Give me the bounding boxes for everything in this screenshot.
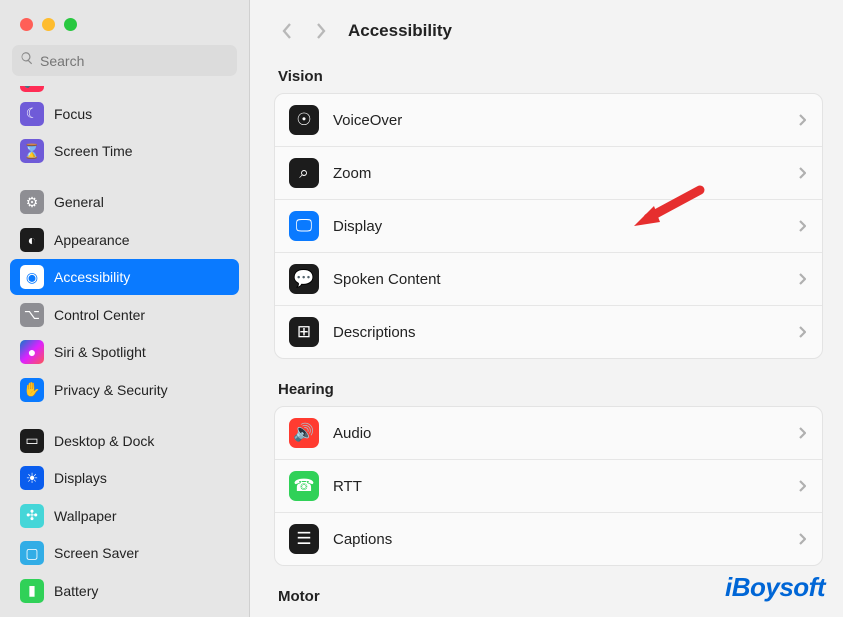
sidebar-item-desktop-dock[interactable]: ▭ Desktop & Dock [10,423,239,459]
dock-icon: ▭ [20,429,44,453]
sidebar-item-accessibility[interactable]: ◉ Accessibility [10,259,239,295]
battery-icon: ▮ [20,579,44,603]
sidebar-item-label: Screen Time [54,143,133,159]
sidebar-item-label: Control Center [54,307,145,323]
row-label: Spoken Content [333,271,798,288]
section-title-hearing: Hearing [278,381,823,398]
sidebar-item-label: Desktop & Dock [54,433,154,449]
chevron-right-icon [798,166,808,180]
row-voiceover[interactable]: ☉ VoiceOver [275,94,822,146]
speech-plus-icon: ⊞ [289,317,319,347]
row-descriptions[interactable]: ⊞ Descriptions [275,305,822,358]
hand-icon: ✋ [20,378,44,402]
annotation-arrow [630,182,710,237]
sidebar-item-displays[interactable]: ☀ Displays [10,460,239,496]
close-window-button[interactable] [20,18,33,31]
row-rtt[interactable]: ☎ RTT [275,459,822,512]
sidebar-item-appearance[interactable]: ◐ Appearance [10,222,239,258]
chevron-right-icon [798,113,808,127]
gear-icon: ⚙ [20,190,44,214]
row-spoken-content[interactable]: 💬 Spoken Content [275,252,822,305]
fullscreen-window-button[interactable] [64,18,77,31]
moon-icon: ☾ [20,102,44,126]
nav-forward-button[interactable] [308,16,334,46]
sidebar-item-siri[interactable]: ● Siri & Spotlight [10,334,239,370]
nav-back-button[interactable] [274,16,300,46]
row-label: VoiceOver [333,112,798,129]
sidebar-item-label: Privacy & Security [54,382,168,398]
sidebar-item-screen-time[interactable]: ⌛ Screen Time [10,133,239,169]
sidebar-item-control-center[interactable]: ⌥ Control Center [10,297,239,333]
row-label: Zoom [333,165,798,182]
sidebar-item-label: General [54,194,104,210]
row-label: Display [333,218,798,235]
chevron-right-icon [798,479,808,493]
sidebar-item-label: Displays [54,470,107,486]
content-scroll[interactable]: Vision ☉ VoiceOver ⌕ Zoom 🖵 Display [250,58,843,617]
hourglass-icon: ⌛ [20,139,44,163]
row-label: RTT [333,478,798,495]
sidebar-item-wallpaper[interactable]: ✣ Wallpaper [10,498,239,534]
zoom-icon: ⌕ [289,158,319,188]
sidebar-item-label: Siri & Spotlight [54,344,146,360]
sidebar-item-screen-saver[interactable]: ▢ Screen Saver [10,535,239,571]
traffic-lights [0,0,249,45]
control-center-icon: ⌥ [20,303,44,327]
section-hearing: 🔊 Audio ☎ RTT ☰ Captions [274,406,823,566]
chevron-right-icon [798,219,808,233]
sidebar-item-privacy[interactable]: ✋ Privacy & Security [10,372,239,408]
row-zoom[interactable]: ⌕ Zoom [275,146,822,199]
row-display[interactable]: 🖵 Display [275,199,822,252]
sidebar-item-label: Battery [54,583,98,599]
search-icon [20,51,40,70]
header: Accessibility [250,0,843,58]
section-title-vision: Vision [278,68,823,85]
chevron-right-icon [798,272,808,286]
rtt-icon: ☎ [289,471,319,501]
sidebar-item-label: Wallpaper [54,508,117,524]
screensaver-icon: ▢ [20,541,44,565]
captions-icon: ☰ [289,524,319,554]
sidebar-list[interactable]: 🔊 Sound ☾ Focus ⌛ Screen Time ⚙ General … [0,86,249,617]
accessibility-icon: ◉ [20,265,44,289]
minimize-window-button[interactable] [42,18,55,31]
sidebar-item-focus[interactable]: ☾ Focus [10,96,239,132]
sidebar-item-label: Screen Saver [54,545,139,561]
chevron-right-icon [798,532,808,546]
chevron-right-icon [798,426,808,440]
speaker-icon: 🔊 [289,418,319,448]
main-content: Accessibility Vision ☉ VoiceOver ⌕ Zoom … [250,0,843,617]
search-input[interactable] [40,53,229,69]
search-field[interactable] [12,45,237,76]
row-label: Captions [333,531,798,548]
sidebar-item-label: Focus [54,106,92,122]
appearance-icon: ◐ [20,228,44,252]
chevron-right-icon [798,325,808,339]
sidebar-item-label: Accessibility [54,269,130,285]
section-vision: ☉ VoiceOver ⌕ Zoom 🖵 Display 💬 Spoken Co… [274,93,823,359]
row-label: Audio [333,425,798,442]
sound-icon: 🔊 [20,86,44,92]
voiceover-icon: ☉ [289,105,319,135]
sun-icon: ☀ [20,466,44,490]
page-title: Accessibility [348,21,452,41]
flower-icon: ✣ [20,504,44,528]
section-title-motor: Motor [278,588,823,605]
siri-icon: ● [20,340,44,364]
speech-bubble-icon: 💬 [289,264,319,294]
row-label: Descriptions [333,324,798,341]
sidebar-item-battery[interactable]: ▮ Battery [10,573,239,609]
sidebar: 🔊 Sound ☾ Focus ⌛ Screen Time ⚙ General … [0,0,250,617]
sidebar-item-sound-partial: 🔊 Sound [10,86,239,94]
sidebar-item-label: Appearance [54,232,130,248]
row-audio[interactable]: 🔊 Audio [275,407,822,459]
row-captions[interactable]: ☰ Captions [275,512,822,565]
sidebar-item-general[interactable]: ⚙ General [10,184,239,220]
display-icon: 🖵 [289,211,319,241]
